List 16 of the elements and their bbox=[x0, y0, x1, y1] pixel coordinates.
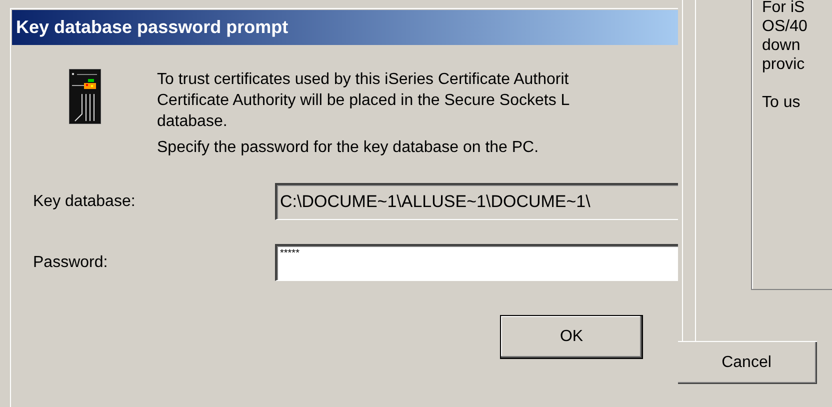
window-title: Key database password prompt bbox=[12, 10, 678, 45]
instruction-text: Specify the password for the key database on the PC. bbox=[157, 138, 540, 158]
panel-text: provic bbox=[762, 55, 806, 74]
cancel-button[interactable]: Cancel bbox=[675, 341, 817, 384]
panel-text: OS/40 bbox=[762, 17, 808, 36]
message-text: Certificate Authority will be placed in the Secure Sockets L bbox=[157, 91, 570, 111]
ok-button[interactable]: OK bbox=[500, 315, 643, 359]
field-label: Key database: bbox=[33, 192, 136, 210]
password-field[interactable]: ***** bbox=[275, 244, 678, 281]
panel-text: To us bbox=[762, 93, 802, 112]
field-label: Password: bbox=[33, 254, 109, 272]
server-icon bbox=[69, 69, 101, 124]
panel-text: For iS bbox=[762, 0, 806, 17]
panel-text: down bbox=[762, 36, 802, 55]
message-text: database. bbox=[157, 112, 228, 132]
message-text: To trust certificates used by this iSeries Certificate Authorit bbox=[157, 70, 570, 90]
